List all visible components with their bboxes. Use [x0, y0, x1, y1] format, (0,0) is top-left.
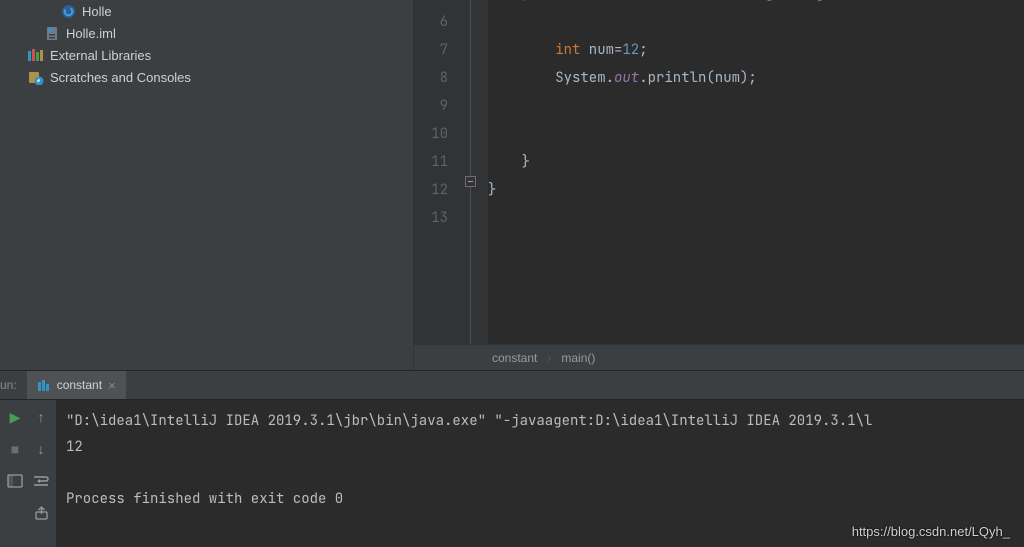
libraries-icon [28, 47, 44, 63]
tree-item-file[interactable]: Holle.iml [0, 22, 413, 44]
tree-item-class[interactable]: Holle [0, 0, 413, 22]
project-tree[interactable]: Holle Holle.iml External Libraries [0, 0, 413, 370]
crumb-method[interactable]: main() [561, 351, 595, 365]
run-tab[interactable]: constant × [27, 371, 126, 399]
fold-handle-icon[interactable] [465, 176, 476, 187]
tree-item-libraries[interactable]: External Libraries [0, 44, 413, 66]
chevron-right-icon: › [547, 351, 551, 365]
tab-run-icon [37, 378, 51, 392]
rerun-icon[interactable]: ▶ [4, 406, 26, 428]
watermark: https://blog.csdn.net/LQyh_ [852, 524, 1010, 539]
export-icon[interactable] [30, 502, 52, 524]
close-icon[interactable]: × [108, 378, 116, 393]
run-toolbar: ▶ ■ ↑ ↓ [0, 400, 56, 547]
breadcrumb[interactable]: constant › main() [414, 344, 1024, 370]
code-content[interactable]: public static void main(String[] args) {… [488, 0, 1024, 344]
scroll-up-icon[interactable]: ↑ [30, 406, 52, 428]
line-number-gutter: 5678910111213 [414, 0, 456, 344]
tree-item-label: External Libraries [50, 48, 151, 63]
file-icon [44, 25, 60, 41]
run-toolwindow-header[interactable]: un: constant × [0, 370, 1024, 400]
layout-icon[interactable] [4, 470, 26, 492]
code-editor[interactable]: 5678910111213 ▶ public static void main(… [413, 0, 1024, 370]
scroll-down-icon[interactable]: ↓ [30, 438, 52, 460]
tree-item-label: Holle [82, 4, 112, 19]
run-tab-label: constant [57, 378, 102, 392]
tree-item-label: Holle.iml [66, 26, 116, 41]
class-icon [60, 3, 76, 19]
stop-icon[interactable]: ■ [4, 438, 26, 460]
crumb-class[interactable]: constant [492, 351, 537, 365]
fold-gutter[interactable]: ▶ [456, 0, 488, 344]
run-line-marker-icon[interactable]: ▶ [430, 0, 437, 6]
soft-wrap-icon[interactable] [30, 470, 52, 492]
scratches-icon [28, 69, 44, 85]
tree-item-scratches[interactable]: Scratches and Consoles [0, 66, 413, 88]
tree-item-label: Scratches and Consoles [50, 70, 191, 85]
run-title: un: [0, 378, 27, 392]
